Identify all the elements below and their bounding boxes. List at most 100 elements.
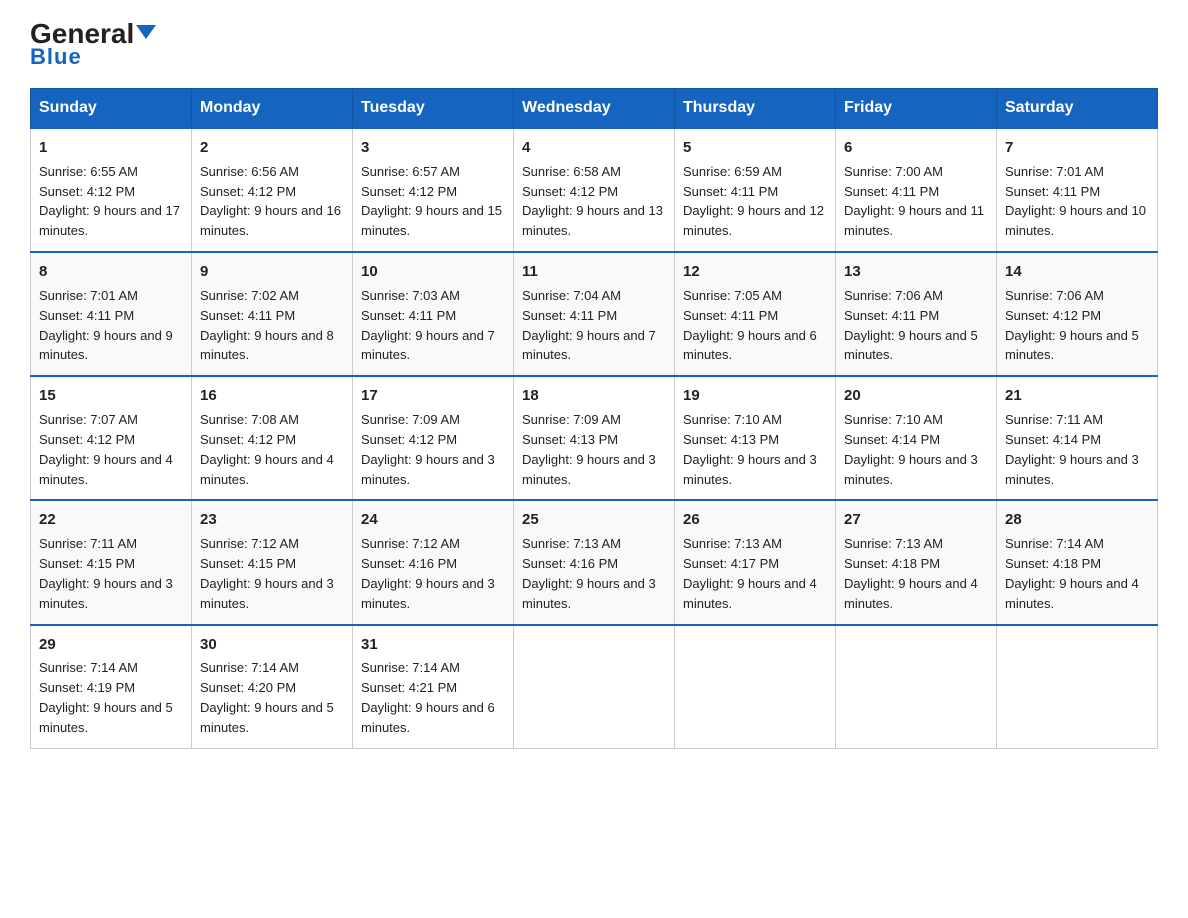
- calendar-day-cell: 29 Sunrise: 7:14 AMSunset: 4:19 PMDayligh…: [31, 625, 192, 749]
- day-number: 28: [1005, 509, 1149, 531]
- calendar-day-cell: 10 Sunrise: 7:03 AMSunset: 4:11 PMDayligh…: [353, 252, 514, 376]
- weekday-header-saturday: Saturday: [997, 89, 1158, 129]
- calendar-day-cell: 31 Sunrise: 7:14 AMSunset: 4:21 PMDayligh…: [353, 625, 514, 749]
- calendar-day-cell: 13Sunrise: 7:06 AMSunset: 4:11 PMDayligh…: [836, 252, 997, 376]
- calendar-week-row: 8 Sunrise: 7:01 AMSunset: 4:11 PMDaylight…: [31, 252, 1158, 376]
- weekday-header-sunday: Sunday: [31, 89, 192, 129]
- day-info: Sunrise: 7:12 AMSunset: 4:16 PMDaylight:…: [361, 536, 495, 611]
- day-number: 17: [361, 385, 505, 407]
- weekday-header-thursday: Thursday: [675, 89, 836, 129]
- calendar-day-cell: 11Sunrise: 7:04 AMSunset: 4:11 PMDayligh…: [514, 252, 675, 376]
- day-number: 19: [683, 385, 827, 407]
- calendar-day-cell: 27Sunrise: 7:13 AMSunset: 4:18 PMDayligh…: [836, 500, 997, 624]
- day-info: Sunrise: 7:08 AMSunset: 4:12 PMDaylight:…: [200, 412, 334, 487]
- day-info: Sunrise: 6:57 AMSunset: 4:12 PMDaylight:…: [361, 164, 502, 239]
- logo: General Blue: [30, 20, 156, 70]
- day-info: Sunrise: 7:13 AMSunset: 4:18 PMDaylight:…: [844, 536, 978, 611]
- day-number: 12: [683, 261, 827, 283]
- day-number: 5: [683, 137, 827, 159]
- weekday-header-monday: Monday: [192, 89, 353, 129]
- day-number: 30: [200, 634, 344, 656]
- day-info: Sunrise: 7:10 AMSunset: 4:13 PMDaylight:…: [683, 412, 817, 487]
- calendar-day-cell: 25 Sunrise: 7:13 AMSunset: 4:16 PMDayligh…: [514, 500, 675, 624]
- calendar-day-cell: 5 Sunrise: 6:59 AMSunset: 4:11 PMDaylight…: [675, 128, 836, 252]
- day-info: Sunrise: 7:14 AMSunset: 4:18 PMDaylight:…: [1005, 536, 1139, 611]
- calendar-day-cell: 15Sunrise: 7:07 AMSunset: 4:12 PMDayligh…: [31, 376, 192, 500]
- day-number: 16: [200, 385, 344, 407]
- calendar-day-cell: 12 Sunrise: 7:05 AMSunset: 4:11 PMDayligh…: [675, 252, 836, 376]
- calendar-day-cell: 20 Sunrise: 7:10 AMSunset: 4:14 PMDayligh…: [836, 376, 997, 500]
- day-number: 13: [844, 261, 988, 283]
- day-number: 24: [361, 509, 505, 531]
- calendar-day-cell: 4 Sunrise: 6:58 AMSunset: 4:12 PMDaylight…: [514, 128, 675, 252]
- day-number: 26: [683, 509, 827, 531]
- day-number: 31: [361, 634, 505, 656]
- calendar-day-cell: 26 Sunrise: 7:13 AMSunset: 4:17 PMDayligh…: [675, 500, 836, 624]
- weekday-header-wednesday: Wednesday: [514, 89, 675, 129]
- day-info: Sunrise: 7:10 AMSunset: 4:14 PMDaylight:…: [844, 412, 978, 487]
- page-header: General Blue: [30, 20, 1158, 70]
- day-info: Sunrise: 7:14 AMSunset: 4:20 PMDaylight:…: [200, 660, 334, 735]
- calendar-week-row: 1Sunrise: 6:55 AMSunset: 4:12 PMDaylight…: [31, 128, 1158, 252]
- day-number: 3: [361, 137, 505, 159]
- day-info: Sunrise: 7:14 AMSunset: 4:21 PMDaylight:…: [361, 660, 495, 735]
- day-info: Sunrise: 7:04 AMSunset: 4:11 PMDaylight:…: [522, 288, 656, 363]
- calendar-day-cell: 16 Sunrise: 7:08 AMSunset: 4:12 PMDayligh…: [192, 376, 353, 500]
- calendar-day-cell: 7Sunrise: 7:01 AMSunset: 4:11 PMDaylight…: [997, 128, 1158, 252]
- day-info: Sunrise: 7:11 AMSunset: 4:14 PMDaylight:…: [1005, 412, 1139, 487]
- day-number: 9: [200, 261, 344, 283]
- calendar-header: SundayMondayTuesdayWednesdayThursdayFrid…: [31, 89, 1158, 129]
- day-info: Sunrise: 7:13 AMSunset: 4:16 PMDaylight:…: [522, 536, 656, 611]
- calendar-week-row: 29 Sunrise: 7:14 AMSunset: 4:19 PMDayligh…: [31, 625, 1158, 749]
- calendar-day-cell: 23 Sunrise: 7:12 AMSunset: 4:15 PMDayligh…: [192, 500, 353, 624]
- calendar-day-cell: 24 Sunrise: 7:12 AMSunset: 4:16 PMDayligh…: [353, 500, 514, 624]
- day-number: 20: [844, 385, 988, 407]
- calendar-day-cell: 17 Sunrise: 7:09 AMSunset: 4:12 PMDayligh…: [353, 376, 514, 500]
- calendar-day-cell: 3 Sunrise: 6:57 AMSunset: 4:12 PMDaylight…: [353, 128, 514, 252]
- day-info: Sunrise: 7:13 AMSunset: 4:17 PMDaylight:…: [683, 536, 817, 611]
- day-info: Sunrise: 7:09 AMSunset: 4:13 PMDaylight:…: [522, 412, 656, 487]
- day-info: Sunrise: 7:01 AMSunset: 4:11 PMDaylight:…: [39, 288, 173, 363]
- calendar-day-cell: [514, 625, 675, 749]
- calendar-day-cell: 2Sunrise: 6:56 AMSunset: 4:12 PMDaylight…: [192, 128, 353, 252]
- day-number: 18: [522, 385, 666, 407]
- weekday-header-friday: Friday: [836, 89, 997, 129]
- day-info: Sunrise: 7:09 AMSunset: 4:12 PMDaylight:…: [361, 412, 495, 487]
- day-info: Sunrise: 7:03 AMSunset: 4:11 PMDaylight:…: [361, 288, 495, 363]
- calendar-day-cell: 30 Sunrise: 7:14 AMSunset: 4:20 PMDayligh…: [192, 625, 353, 749]
- calendar-week-row: 22Sunrise: 7:11 AMSunset: 4:15 PMDayligh…: [31, 500, 1158, 624]
- day-number: 29: [39, 634, 183, 656]
- day-info: Sunrise: 7:07 AMSunset: 4:12 PMDaylight:…: [39, 412, 173, 487]
- calendar-day-cell: 8 Sunrise: 7:01 AMSunset: 4:11 PMDaylight…: [31, 252, 192, 376]
- day-info: Sunrise: 7:06 AMSunset: 4:12 PMDaylight:…: [1005, 288, 1139, 363]
- day-info: Sunrise: 6:56 AMSunset: 4:12 PMDaylight:…: [200, 164, 341, 239]
- weekday-header-row: SundayMondayTuesdayWednesdayThursdayFrid…: [31, 89, 1158, 129]
- day-number: 25: [522, 509, 666, 531]
- calendar-day-cell: [675, 625, 836, 749]
- day-info: Sunrise: 7:14 AMSunset: 4:19 PMDaylight:…: [39, 660, 173, 735]
- calendar-day-cell: 19 Sunrise: 7:10 AMSunset: 4:13 PMDayligh…: [675, 376, 836, 500]
- calendar-day-cell: 9 Sunrise: 7:02 AMSunset: 4:11 PMDaylight…: [192, 252, 353, 376]
- day-number: 6: [844, 137, 988, 159]
- day-info: Sunrise: 7:01 AMSunset: 4:11 PMDaylight:…: [1005, 164, 1146, 239]
- day-info: Sunrise: 7:00 AMSunset: 4:11 PMDaylight:…: [844, 164, 984, 239]
- day-info: Sunrise: 6:59 AMSunset: 4:11 PMDaylight:…: [683, 164, 824, 239]
- calendar-day-cell: 22Sunrise: 7:11 AMSunset: 4:15 PMDayligh…: [31, 500, 192, 624]
- weekday-header-tuesday: Tuesday: [353, 89, 514, 129]
- day-number: 23: [200, 509, 344, 531]
- day-number: 8: [39, 261, 183, 283]
- day-number: 22: [39, 509, 183, 531]
- day-number: 10: [361, 261, 505, 283]
- calendar-week-row: 15Sunrise: 7:07 AMSunset: 4:12 PMDayligh…: [31, 376, 1158, 500]
- day-info: Sunrise: 7:02 AMSunset: 4:11 PMDaylight:…: [200, 288, 334, 363]
- day-number: 14: [1005, 261, 1149, 283]
- day-number: 21: [1005, 385, 1149, 407]
- calendar-day-cell: 14 Sunrise: 7:06 AMSunset: 4:12 PMDayligh…: [997, 252, 1158, 376]
- day-info: Sunrise: 6:58 AMSunset: 4:12 PMDaylight:…: [522, 164, 663, 239]
- calendar-table: SundayMondayTuesdayWednesdayThursdayFrid…: [30, 88, 1158, 749]
- calendar-day-cell: 28 Sunrise: 7:14 AMSunset: 4:18 PMDayligh…: [997, 500, 1158, 624]
- calendar-day-cell: [836, 625, 997, 749]
- day-info: Sunrise: 7:12 AMSunset: 4:15 PMDaylight:…: [200, 536, 334, 611]
- day-number: 4: [522, 137, 666, 159]
- day-info: Sunrise: 7:05 AMSunset: 4:11 PMDaylight:…: [683, 288, 817, 363]
